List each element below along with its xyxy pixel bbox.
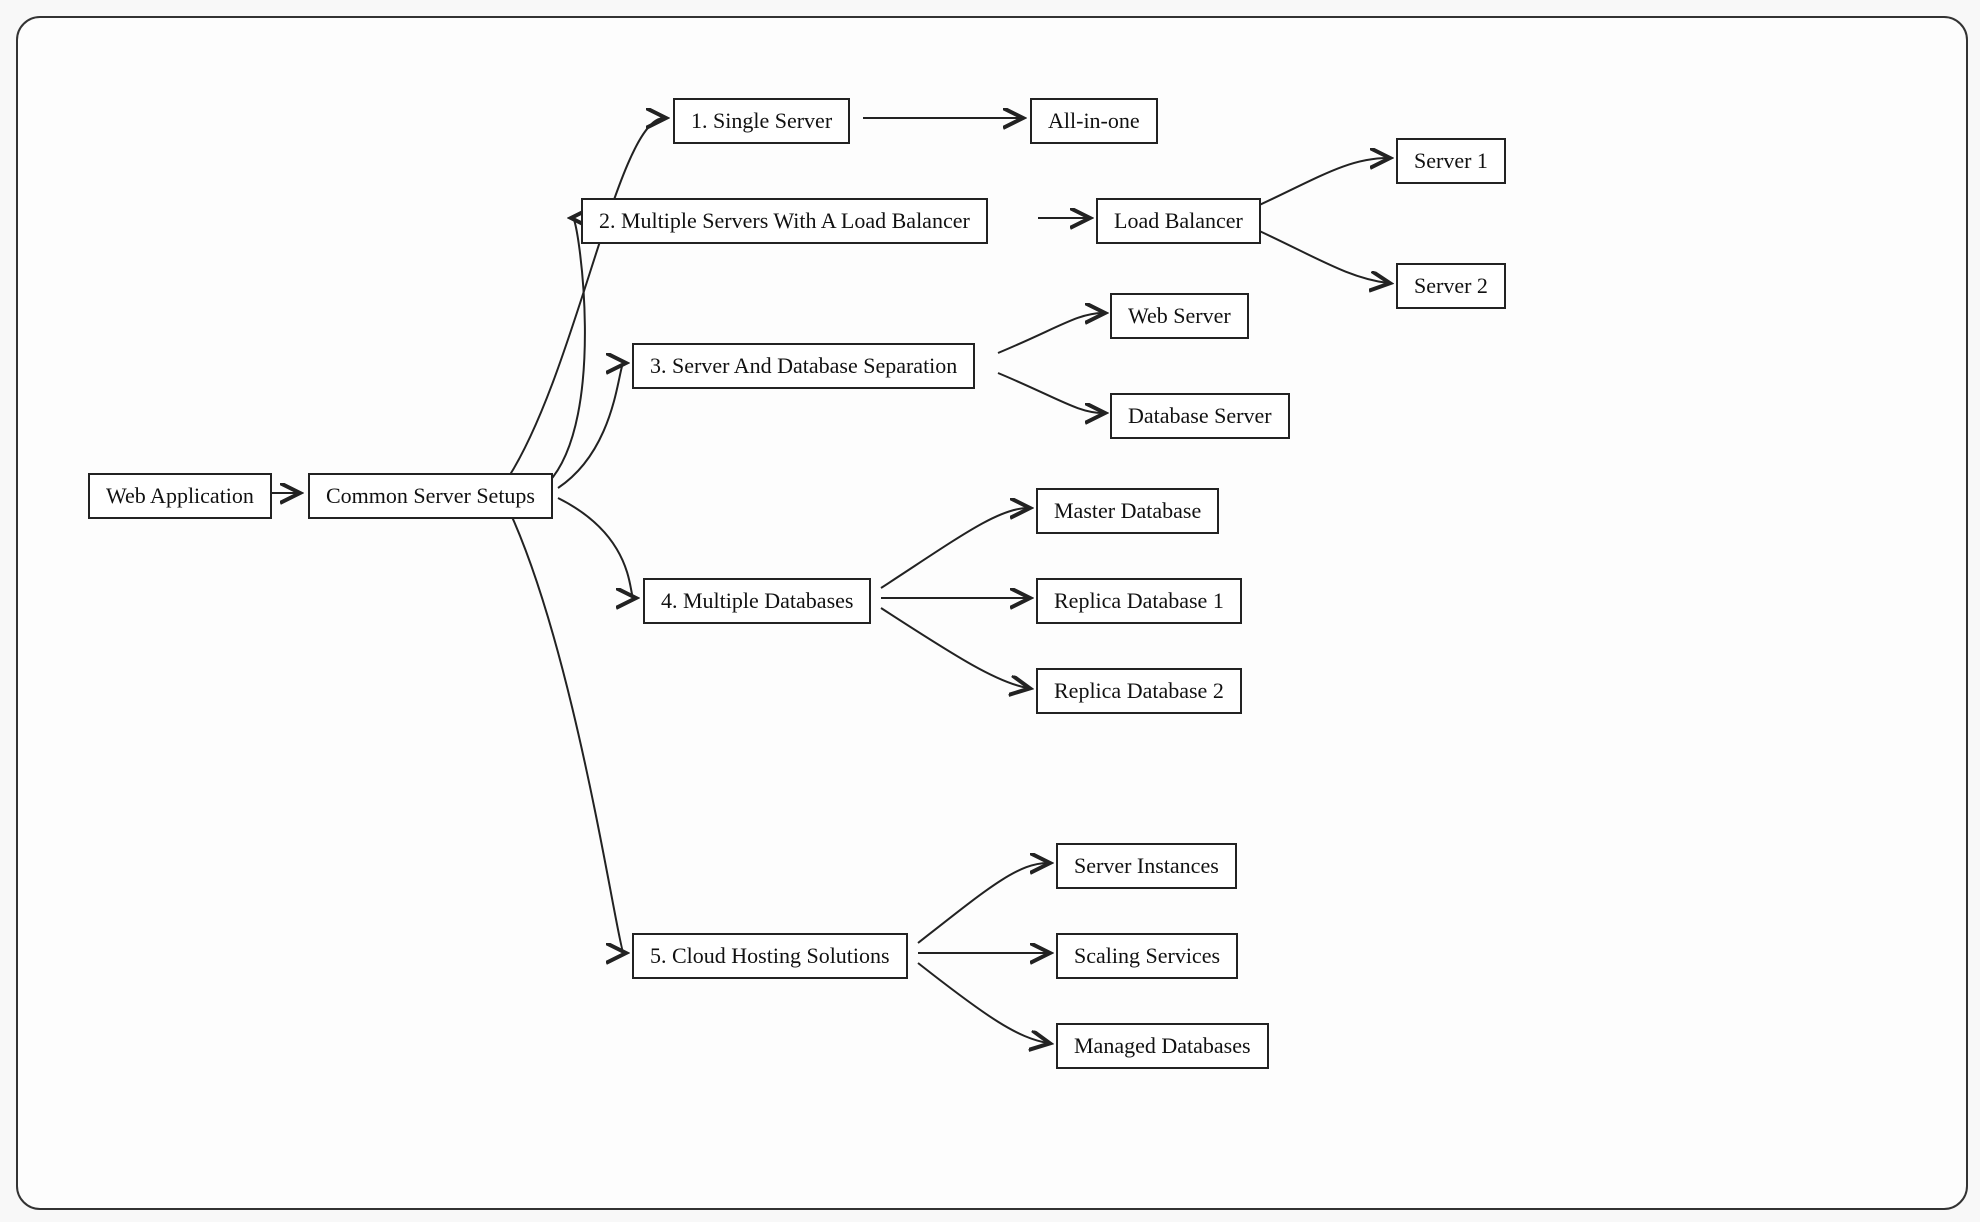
node-database-server: Database Server: [1110, 393, 1290, 439]
node-web-server: Web Server: [1110, 293, 1249, 339]
node-load-balancer: Load Balancer: [1096, 198, 1261, 244]
node-replica-database-1: Replica Database 1: [1036, 578, 1242, 624]
node-multiple-servers-lb: 2. Multiple Servers With A Load Balancer: [581, 198, 988, 244]
node-server-1: Server 1: [1396, 138, 1506, 184]
connector-layer: [18, 18, 1966, 1208]
node-scaling-services: Scaling Services: [1056, 933, 1238, 979]
node-server-db-separation: 3. Server And Database Separation: [632, 343, 975, 389]
node-multiple-databases: 4. Multiple Databases: [643, 578, 871, 624]
node-cloud-hosting: 5. Cloud Hosting Solutions: [632, 933, 908, 979]
node-server-instances: Server Instances: [1056, 843, 1237, 889]
node-replica-database-2: Replica Database 2: [1036, 668, 1242, 714]
node-common-server-setups: Common Server Setups: [308, 473, 553, 519]
diagram-frame: Web Application Common Server Setups 1. …: [16, 16, 1968, 1210]
node-single-server: 1. Single Server: [673, 98, 850, 144]
node-managed-databases: Managed Databases: [1056, 1023, 1269, 1069]
node-web-application: Web Application: [88, 473, 272, 519]
node-server-2: Server 2: [1396, 263, 1506, 309]
node-master-database: Master Database: [1036, 488, 1219, 534]
node-all-in-one: All-in-one: [1030, 98, 1158, 144]
